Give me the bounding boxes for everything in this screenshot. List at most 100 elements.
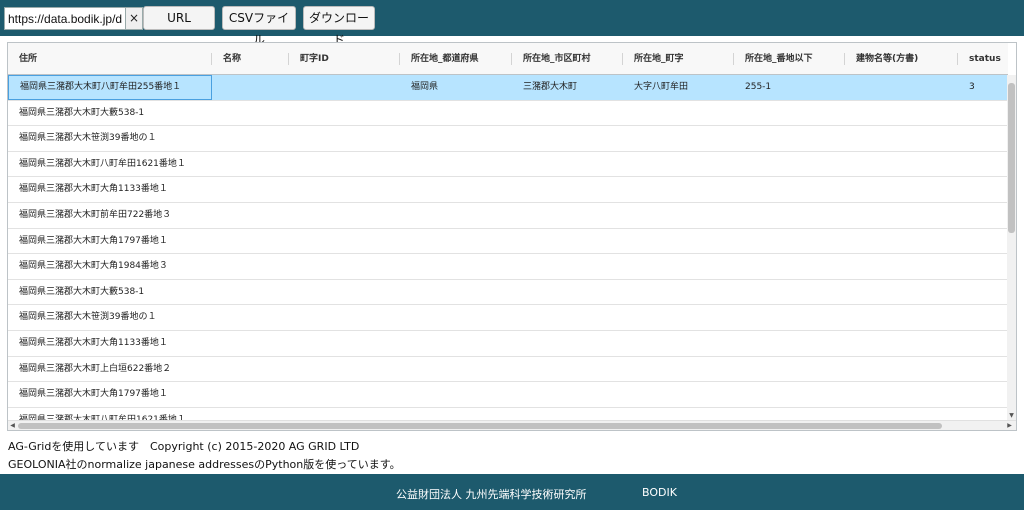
cell-prefecture[interactable]	[400, 101, 512, 126]
cell-name[interactable]	[212, 75, 289, 100]
cell-block[interactable]	[734, 280, 845, 305]
cell-town[interactable]	[623, 254, 734, 279]
cell-address[interactable]: 福岡県三潴郡大木笹渕39番地の１	[8, 305, 212, 330]
cell-chome-id[interactable]	[289, 229, 400, 254]
cell-town[interactable]	[623, 357, 734, 382]
column-header-city[interactable]: 所在地_市区町村	[512, 43, 623, 75]
cell-status[interactable]: 3	[958, 75, 1008, 100]
csv-file-button[interactable]: CSVファイル	[222, 6, 296, 47]
column-header-status[interactable]: status	[958, 43, 1008, 75]
url-input[interactable]	[4, 7, 126, 30]
cell-prefecture[interactable]	[400, 408, 512, 420]
table-row[interactable]: 福岡県三潴郡大木町前牟田722番地３	[8, 203, 1008, 229]
cell-status[interactable]	[958, 382, 1008, 407]
horizontal-scroll-thumb[interactable]	[18, 423, 942, 429]
cell-town[interactable]	[623, 331, 734, 356]
cell-address[interactable]: 福岡県三潴郡大木町上白垣622番地２	[8, 357, 212, 382]
cell-prefecture[interactable]	[400, 152, 512, 177]
cell-city[interactable]	[512, 203, 623, 228]
cell-status[interactable]	[958, 280, 1008, 305]
cell-block[interactable]	[734, 254, 845, 279]
table-row[interactable]: 福岡県三潴郡大木笹渕39番地の１	[8, 305, 1008, 331]
cell-city[interactable]	[512, 280, 623, 305]
cell-name[interactable]	[212, 357, 289, 382]
cell-address[interactable]: 福岡県三潴郡大木町八町牟田1621番地１	[8, 408, 212, 420]
cell-prefecture[interactable]	[400, 254, 512, 279]
cell-address[interactable]: 福岡県三潴郡大木町大藪538-1	[8, 101, 212, 126]
cell-address[interactable]: 福岡県三潴郡大木町大藪538-1	[8, 280, 212, 305]
table-row[interactable]: 福岡県三潴郡大木町大角1984番地３	[8, 254, 1008, 280]
cell-address[interactable]: 福岡県三潴郡大木町八町牟田255番地１	[8, 75, 212, 100]
cell-city[interactable]	[512, 254, 623, 279]
cell-building[interactable]	[845, 177, 958, 202]
cell-prefecture[interactable]	[400, 126, 512, 151]
cell-building[interactable]	[845, 101, 958, 126]
cell-block[interactable]	[734, 229, 845, 254]
cell-address[interactable]: 福岡県三潴郡大木町八町牟田1621番地１	[8, 152, 212, 177]
table-row[interactable]: 福岡県三潴郡大木町大角1133番地１	[8, 177, 1008, 203]
column-header-town[interactable]: 所在地_町字	[623, 43, 734, 75]
cell-chome-id[interactable]	[289, 331, 400, 356]
cell-town[interactable]	[623, 280, 734, 305]
cell-prefecture[interactable]	[400, 229, 512, 254]
cell-chome-id[interactable]	[289, 177, 400, 202]
cell-building[interactable]	[845, 126, 958, 151]
cell-prefecture[interactable]	[400, 305, 512, 330]
cell-city[interactable]	[512, 305, 623, 330]
cell-address[interactable]: 福岡県三潴郡大木町大角1133番地１	[8, 177, 212, 202]
table-row[interactable]: 福岡県三潴郡大木町八町牟田1621番地１	[8, 407, 1008, 420]
cell-chome-id[interactable]	[289, 254, 400, 279]
table-row[interactable]: 福岡県三潴郡大木町八町牟田1621番地１	[8, 151, 1008, 178]
cell-block[interactable]	[734, 152, 845, 177]
cell-block[interactable]	[734, 203, 845, 228]
cell-city[interactable]	[512, 357, 623, 382]
cell-status[interactable]	[958, 254, 1008, 279]
column-header-building[interactable]: 建物名等(方書)	[845, 43, 958, 75]
table-row[interactable]: 福岡県三潴郡大木町大角1797番地１	[8, 228, 1008, 255]
cell-prefecture[interactable]	[400, 177, 512, 202]
cell-name[interactable]	[212, 280, 289, 305]
cell-block[interactable]	[734, 126, 845, 151]
arrow-left-icon[interactable]: ◀	[8, 421, 17, 430]
cell-town[interactable]	[623, 382, 734, 407]
cell-building[interactable]	[845, 408, 958, 420]
table-row[interactable]: 福岡県三潴郡大木町大角1797番地１	[8, 382, 1008, 408]
cell-chome-id[interactable]	[289, 101, 400, 126]
cell-status[interactable]	[958, 229, 1008, 254]
vertical-scroll-thumb[interactable]	[1008, 83, 1015, 233]
cell-city[interactable]	[512, 229, 623, 254]
cell-building[interactable]	[845, 152, 958, 177]
cell-town[interactable]	[623, 305, 734, 330]
cell-chome-id[interactable]	[289, 382, 400, 407]
column-header-chome-id[interactable]: 町字ID	[289, 43, 400, 75]
cell-address[interactable]: 福岡県三潴郡大木町大角1984番地３	[8, 254, 212, 279]
cell-name[interactable]	[212, 408, 289, 420]
cell-chome-id[interactable]	[289, 280, 400, 305]
cell-name[interactable]	[212, 203, 289, 228]
arrow-right-icon[interactable]: ▶	[1005, 421, 1014, 430]
vertical-scrollbar[interactable]: ▼	[1007, 75, 1016, 420]
cell-city[interactable]	[512, 331, 623, 356]
cell-block[interactable]	[734, 101, 845, 126]
cell-name[interactable]	[212, 152, 289, 177]
cell-town[interactable]	[623, 229, 734, 254]
cell-block[interactable]	[734, 305, 845, 330]
cell-prefecture[interactable]	[400, 357, 512, 382]
cell-building[interactable]	[845, 357, 958, 382]
cell-city[interactable]: 三潴郡大木町	[512, 75, 623, 100]
cell-city[interactable]	[512, 126, 623, 151]
cell-town[interactable]	[623, 126, 734, 151]
table-row[interactable]: 福岡県三潴郡大木町大藪538-1	[8, 279, 1008, 306]
cell-city[interactable]	[512, 101, 623, 126]
cell-status[interactable]	[958, 101, 1008, 126]
cell-address[interactable]: 福岡県三潴郡大木笹渕39番地の１	[8, 126, 212, 151]
cell-city[interactable]	[512, 177, 623, 202]
download-button[interactable]: ダウンロード	[303, 6, 375, 47]
cell-status[interactable]	[958, 203, 1008, 228]
table-row[interactable]: 福岡県三潴郡大木町大藪538-1	[8, 100, 1008, 127]
cell-prefecture[interactable]	[400, 382, 512, 407]
cell-status[interactable]	[958, 331, 1008, 356]
cell-status[interactable]	[958, 152, 1008, 177]
column-header-name[interactable]: 名称	[212, 43, 289, 75]
cell-town[interactable]	[623, 177, 734, 202]
